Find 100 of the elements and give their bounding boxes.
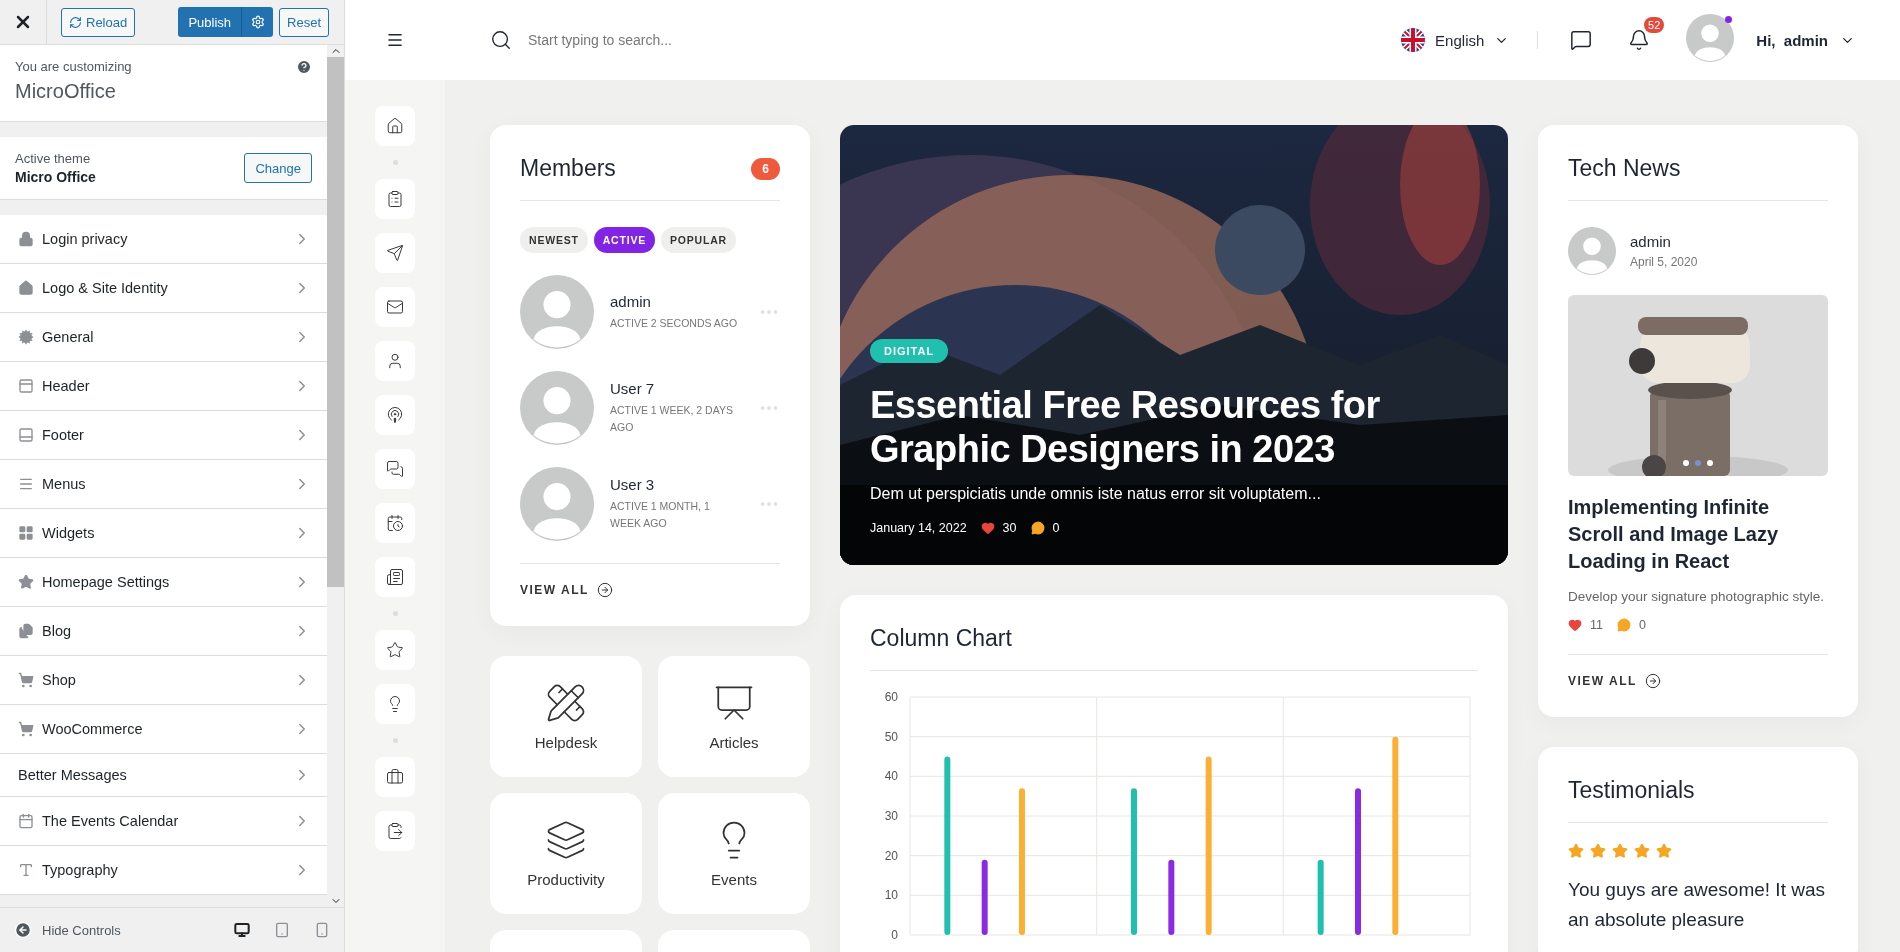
star-icon [1612, 843, 1628, 859]
settings-icon [250, 15, 265, 29]
collapse-icon[interactable] [14, 921, 32, 939]
section-item[interactable]: Blog [0, 607, 327, 656]
section-label: Typography [42, 862, 119, 878]
section-label: Homepage Settings [42, 574, 171, 590]
section-item[interactable]: General [0, 313, 327, 362]
author-name[interactable]: admin [1630, 233, 1698, 250]
avatar-icon [520, 467, 594, 541]
menu-icon [18, 476, 34, 492]
sidebar-button[interactable] [375, 179, 415, 219]
sidebar-button[interactable] [375, 557, 415, 597]
sidebar-button[interactable] [375, 106, 415, 146]
section-item[interactable]: Homepage Settings [0, 558, 327, 607]
post-date: January 14, 2022 [870, 521, 967, 535]
search-icon[interactable] [490, 29, 512, 51]
carousel-dot[interactable] [1695, 460, 1701, 466]
heart-icon[interactable] [980, 521, 995, 535]
shortcut-tile[interactable]: Productivity [490, 793, 642, 914]
member-name[interactable]: User 7 [610, 380, 742, 398]
section-item[interactable]: Header [0, 362, 327, 411]
section-label: Better Messages [18, 767, 128, 783]
axis-tick-label: 0 [891, 928, 898, 942]
filter-tab[interactable]: NEWEST [520, 227, 588, 253]
view-all-link[interactable]: VIEW ALL [520, 582, 613, 598]
axis-tick-label: 50 [884, 729, 898, 744]
member-name[interactable]: User 3 [610, 476, 742, 494]
clipboard-icon [386, 822, 404, 840]
star-icon [1656, 843, 1672, 859]
help-icon[interactable] [296, 59, 312, 75]
reset-button[interactable]: Reset [279, 7, 329, 37]
post-excerpt: Develop your signature photographic style. [1568, 588, 1825, 606]
briefcase-icon [386, 768, 404, 786]
card-title: Column Chart [870, 625, 1012, 652]
member-activity: ACTIVE 1 WEEK, 2 DAYS AGO [610, 403, 734, 435]
post-title[interactable]: Essential Free Resources for Graphic Designers in 2023 [870, 383, 1478, 471]
grid-icon [18, 525, 34, 541]
member-activity: ACTIVE 1 MONTH, 1 WEEK AGO [610, 499, 711, 531]
avatar-icon [1568, 227, 1616, 275]
user-menu[interactable]: Hi, admin [1756, 31, 1855, 49]
lock-icon [18, 231, 34, 247]
heart-icon[interactable] [1568, 618, 1582, 632]
shortcut-tile[interactable]: Events [658, 793, 810, 914]
carousel-dot[interactable] [1707, 460, 1713, 466]
filter-tab[interactable]: ACTIVE [593, 227, 656, 253]
card-title: Tech News [1568, 155, 1681, 182]
section-item[interactable]: Shop [0, 656, 327, 705]
filter-tab[interactable]: POPULAR [661, 227, 736, 253]
settings-button[interactable] [241, 7, 274, 37]
section-item[interactable]: Menus [0, 460, 327, 509]
section-item[interactable]: Footer [0, 411, 327, 460]
section-item[interactable]: Typography [0, 846, 327, 895]
avatar-icon [520, 371, 594, 445]
view-all-link[interactable]: VIEW ALL [1568, 673, 1661, 689]
letter-icon [18, 862, 34, 878]
change-button[interactable]: Change [244, 153, 312, 183]
reload-button[interactable]: Reload [61, 7, 136, 37]
calendar-icon [386, 514, 404, 532]
section-item[interactable]: Logo & Site Identity [0, 264, 327, 313]
search-field[interactable]: Start typing to search... [526, 31, 1388, 49]
comment-icon[interactable] [1030, 521, 1045, 535]
menu-icon[interactable] [386, 31, 404, 49]
shortcut-tile[interactable]: Articles [658, 656, 810, 777]
section-item[interactable]: Login privacy [0, 215, 327, 264]
star-icon [386, 641, 404, 659]
sidebar-button[interactable] [375, 503, 415, 543]
desktop-icon[interactable] [234, 922, 250, 938]
section-item[interactable]: The Events Calendar [0, 797, 327, 846]
broadcast-icon [386, 406, 404, 424]
member-name[interactable]: admin [610, 292, 742, 310]
post-title[interactable]: Implementing Infinite Scroll and Image Lazy Loading in React [1568, 494, 1828, 575]
card-title: Testimonials [1568, 777, 1695, 804]
sidebar-button[interactable] [375, 395, 415, 435]
shortcut-tile[interactable]: Helpdesk [490, 656, 642, 777]
language-selector[interactable]: English [1401, 28, 1510, 52]
star-icon [1634, 843, 1650, 859]
section-item[interactable]: Widgets [0, 509, 327, 558]
section-item[interactable]: WooCommerce [0, 705, 327, 754]
phone-icon[interactable] [314, 922, 330, 938]
chat-icon [386, 460, 404, 478]
gear-icon [18, 329, 34, 345]
like-count: 30 [1002, 521, 1017, 535]
comment-count: 0 [1052, 521, 1060, 535]
clipboard-icon [386, 190, 404, 208]
star-icon [1590, 843, 1606, 859]
like-count: 11 [1590, 618, 1603, 632]
hide-controls-link[interactable]: Hide Controls [42, 922, 210, 938]
active-theme-label: Active theme [15, 151, 92, 166]
scrollbar-thumb[interactable] [327, 57, 344, 587]
publish-button[interactable]: Publish [178, 7, 242, 37]
section-label: Widgets [42, 525, 96, 541]
star-icon [1568, 843, 1584, 859]
sidebar-button[interactable] [375, 811, 415, 851]
sidebar-button[interactable] [375, 757, 415, 797]
carousel-dot[interactable] [1683, 460, 1689, 466]
documents-icon [18, 623, 34, 639]
tablet-icon[interactable] [274, 922, 290, 938]
sidebar-button[interactable] [375, 449, 415, 489]
section-item[interactable]: Better Messages [0, 754, 327, 797]
cart-icon [18, 721, 34, 737]
